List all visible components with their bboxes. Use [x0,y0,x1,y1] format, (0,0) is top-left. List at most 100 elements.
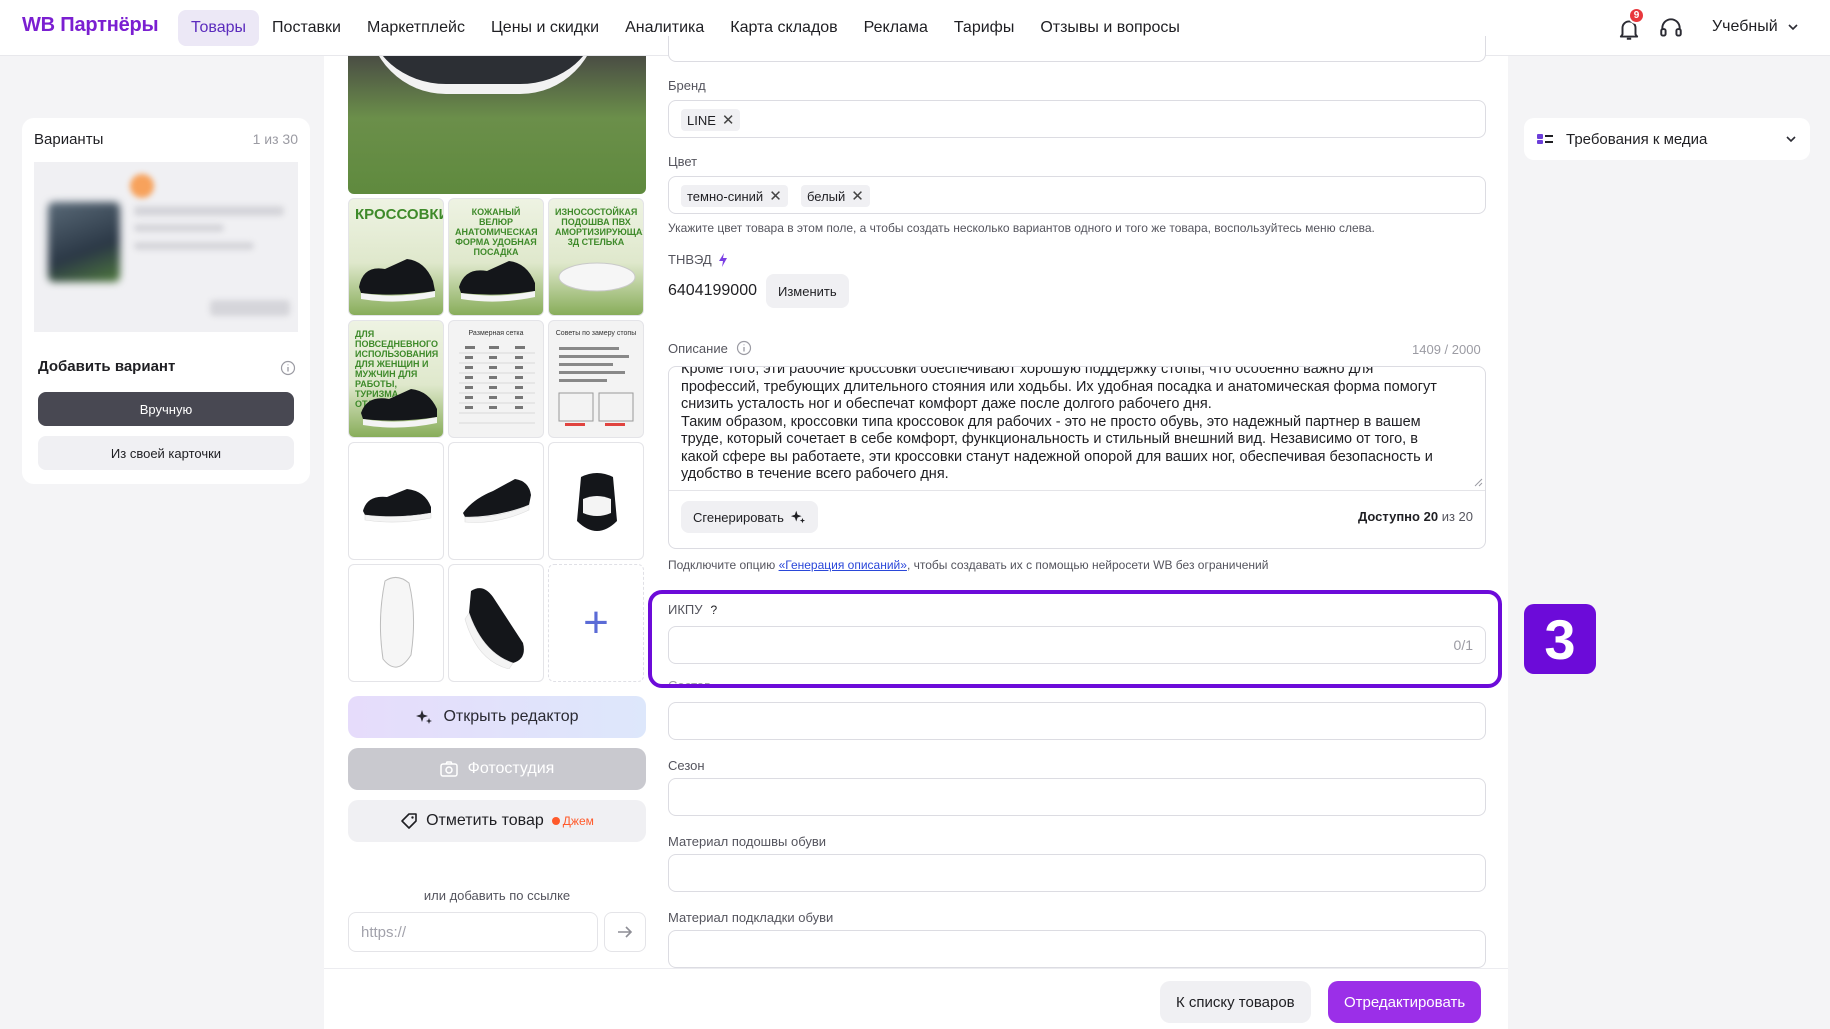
media-thumb-6[interactable]: Советы по замеру стопы [548,320,644,438]
sneaker-illustration [361,389,437,428]
resize-handle-icon[interactable] [1473,477,1483,487]
thumb-caption: ИЗНОСОСТОЙКАЯ ПОДОШВА ПВХ АМОРТИЗИРУЮЩАЯ… [555,207,644,247]
account-name: Учебный [1712,18,1778,35]
from-own-card-button[interactable]: Из своей карточки [38,436,294,470]
media-thumb-4[interactable]: ДЛЯ ПОВСЕДНЕВНОГО ИСПОЛЬЗОВАНИЯ ДЛЯ ЖЕНЩ… [348,320,444,438]
remove-tag-icon[interactable]: ✕ [769,187,782,205]
sneaker-illustration [463,479,531,523]
media-thumb-9[interactable] [548,442,644,560]
generate-description-button[interactable]: Сгенерировать [681,501,818,533]
size-table-image [459,346,535,424]
add-by-link-label: или добавить по ссылке [423,888,571,903]
main-product-image[interactable] [348,56,646,194]
sparkle-icon [790,510,805,524]
jam-label: Джем [562,814,594,828]
thumb-caption: КРОССОВКИ [355,206,444,223]
generations-available: Доступно 20 из 20 [1358,509,1473,524]
tag-icon [401,813,417,829]
variant-title-placeholder [134,206,284,216]
media-thumb-5[interactable]: Размерная сетка [448,320,544,438]
jam-dot-icon [551,817,560,825]
description-counter: 1409 / 2000 [1412,342,1481,357]
add-variant-title: Добавить вариант [38,358,176,375]
media-thumb-2[interactable]: КОЖАНЫЙ ВЕЛЮР АНАТОМИЧЕСКАЯ ФОРМА УДОБНА… [448,198,544,316]
composition-field[interactable] [668,702,1486,740]
photo-studio-label: Фотостудия [467,760,555,777]
description-text[interactable]: Кроме того, эти рабочие кроссовки обеспе… [681,367,1441,484]
media-thumb-11[interactable] [448,564,544,682]
sole-illustration [558,262,636,292]
sole-material-field[interactable] [668,854,1486,892]
media-requirements-label: Требования к медиа [1566,130,1708,148]
media-requirements-dropdown[interactable]: Требования к медиа [1524,118,1810,160]
info-icon[interactable] [736,340,752,356]
description-divider [669,490,1485,491]
variant-status-dot [130,174,154,198]
media-url-input[interactable]: https:// [348,912,598,952]
variants-panel: Варианты 1 из 30 Добавить вариант Вручну… [22,118,310,484]
sneaker-image [368,56,598,94]
tnved-label-row: ТНВЭД [668,252,728,267]
lining-material-field[interactable] [668,930,1486,968]
media-thumb-10[interactable] [348,564,444,682]
previous-field-bottom[interactable] [668,36,1486,62]
mark-product-button[interactable]: Отметить товар Джем [348,800,646,842]
manual-variant-button[interactable]: Вручную [38,392,294,426]
sneaker-back-illustration [577,473,617,531]
sneaker-illustration [459,261,535,302]
product-card-editor: КРОССОВКИ КОЖАНЫЙ ВЕЛЮР АНАТОМИЧЕСКАЯ ФО… [324,36,1508,1029]
brand-field[interactable]: LINE ✕ [668,100,1486,138]
remove-tag-icon[interactable]: ✕ [722,111,735,129]
available-of: из 20 [1441,509,1473,524]
arrow-right-icon [618,926,633,938]
color-tag-label: темно-синий [687,188,764,204]
nav-item-prices[interactable]: Цены и скидки [478,10,612,46]
generation-hint-prefix: Подключите опцию [668,558,779,572]
generation-option-link[interactable]: «Генерация описаний» [779,558,907,572]
generation-hint: Подключите опцию «Генерация описаний», ч… [668,558,1268,572]
brand-label: Бренд [668,78,706,93]
media-thumb-7[interactable] [348,442,444,560]
add-media-tile[interactable]: + [548,564,644,682]
back-to-list-button[interactable]: К списку товаров [1160,981,1311,1023]
nav-item-products[interactable]: Товары [178,10,260,46]
ikpu-highlight-frame [648,590,1502,688]
color-hint: Укажите цвет товара в этом поле, а чтобы… [668,221,1375,235]
color-label: Цвет [668,154,698,169]
media-thumb-1[interactable]: КРОССОВКИ [348,198,444,316]
nav-item-supplies[interactable]: Поставки [259,10,354,46]
headset-icon[interactable] [1658,15,1684,41]
edit-submit-button[interactable]: Отредактировать [1328,981,1482,1023]
lightning-icon [718,252,727,267]
sparkle-icon [416,710,433,724]
plus-icon: + [583,598,609,647]
notification-badge: 9 [1628,7,1645,24]
brand-tag: LINE ✕ [681,109,741,131]
color-field[interactable]: темно-синий ✕ белый ✕ [668,176,1486,214]
media-thumb-3[interactable]: ИЗНОСОСТОЙКАЯ ПОДОШВА ПВХ АМОРТИЗИРУЮЩАЯ… [548,198,644,316]
url-submit-button[interactable] [604,912,646,952]
remove-tag-icon[interactable]: ✕ [851,187,864,205]
sneaker-illustration [359,259,435,302]
photo-studio-button[interactable]: Фотостудия [348,748,646,790]
description-field[interactable]: Кроме того, эти рабочие кроссовки обеспе… [668,366,1486,549]
tnved-value: 6404199000 [668,282,757,299]
nav-item-marketplace[interactable]: Маркетплейс [354,10,478,46]
media-thumb-8[interactable] [448,442,544,560]
color-tag: белый ✕ [801,185,870,207]
size-tips-image [558,347,634,426]
sneaker-illustration [363,489,432,523]
change-tnved-button[interactable]: Изменить [766,274,849,308]
open-editor-button[interactable]: Открыть редактор [348,696,646,738]
wb-partners-logo[interactable]: WB Партнёры [22,14,159,37]
info-icon[interactable] [280,360,296,376]
account-menu[interactable]: Учебный [1712,18,1800,36]
variant-card[interactable] [34,162,298,332]
available-count: 20 [1423,509,1439,524]
tnved-label: ТНВЭД [668,252,712,267]
season-field[interactable] [668,778,1486,816]
thumb-caption: Размерная сетка [468,330,524,337]
lining-material-label: Материал подкладки обуви [668,910,834,925]
description-label-row: Описание [668,340,752,356]
description-label: Описание [668,340,728,356]
